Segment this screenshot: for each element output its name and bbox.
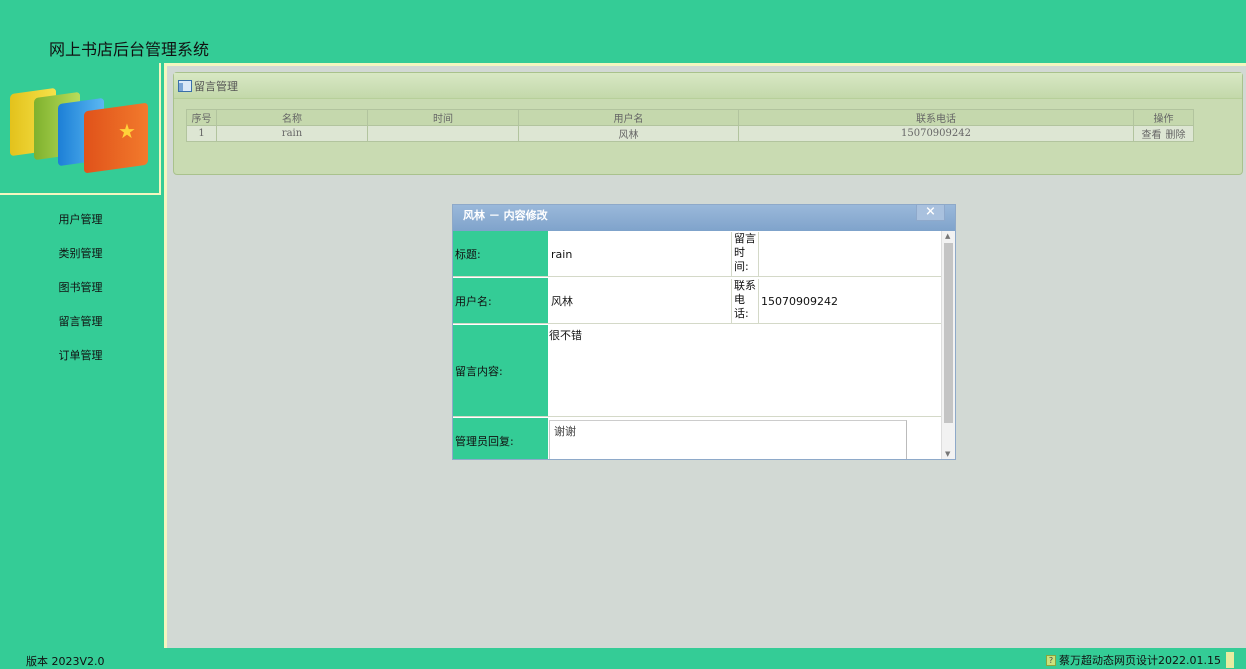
column-header: 序号: [186, 109, 217, 126]
star-icon: ★: [118, 119, 136, 143]
messages-table: 序号 名称 时间 用户名 联系电话 操作 1 rain 风林 150709092…: [186, 109, 1194, 142]
sidebar-item-categories[interactable]: 类别管理: [0, 237, 161, 271]
dialog-form: 标题: rain 留言时间: 用户名: 风林 联系电话: 15070909242…: [453, 231, 943, 459]
panel-header: 留言管理: [174, 73, 1242, 99]
version-text: 版本 2023V2.0: [26, 655, 105, 668]
title-value[interactable]: rain: [549, 231, 731, 277]
book-orange-icon: [84, 102, 148, 174]
app-title: 网上书店后台管理系统: [49, 40, 210, 59]
title-label: 标题:: [453, 231, 548, 276]
phone-value[interactable]: 15070909242: [759, 278, 943, 324]
cell-phone: 15070909242: [738, 125, 1134, 142]
sidebar-item-messages[interactable]: 留言管理: [0, 305, 161, 339]
scroll-up-icon[interactable]: ▲: [945, 232, 950, 240]
content-value[interactable]: 很不错: [549, 327, 582, 343]
credit-text: 蔡万超动态网页设计2022.01.15: [1059, 654, 1221, 667]
column-header: 操作: [1133, 109, 1194, 126]
cell-time: [367, 125, 519, 142]
cell-user: 风林: [518, 125, 739, 142]
time-label: 留言时间:: [731, 232, 759, 276]
sidebar-nav: 用户管理 类别管理 图书管理 留言管理 订单管理: [0, 203, 161, 373]
column-header: 联系电话: [738, 109, 1134, 126]
edit-message-dialog: 风林 － 内容修改 × 标题: rain 留言时间: 用户名: 风林 联系电话:…: [452, 204, 956, 460]
status-box: [1226, 652, 1234, 668]
user-label: 用户名:: [453, 278, 548, 323]
delete-link[interactable]: 删除: [1166, 130, 1186, 141]
form-row-content: 留言内容: 很不错: [453, 325, 943, 417]
cell-actions: 查看 删除: [1133, 125, 1194, 142]
window-icon: [178, 79, 192, 92]
form-row-title: 标题: rain 留言时间:: [453, 231, 943, 277]
close-button[interactable]: ×: [916, 205, 945, 221]
view-link[interactable]: 查看: [1142, 130, 1162, 141]
credit-text-container: ? 蔡万超动态网页设计2022.01.15: [1046, 652, 1234, 668]
column-header: 名称: [216, 109, 368, 126]
dialog-scrollbar[interactable]: ▲ ▼: [941, 231, 955, 459]
user-value[interactable]: 风林: [549, 278, 731, 324]
content-label: 留言内容:: [453, 325, 548, 416]
cell-no: 1: [186, 125, 217, 142]
sidebar-item-books[interactable]: 图书管理: [0, 271, 161, 305]
cell-name: rain: [216, 125, 368, 142]
sidebar: ★ 用户管理 类别管理 图书管理 留言管理 订单管理: [0, 63, 161, 648]
column-header: 用户名: [518, 109, 739, 126]
reply-label: 管理员回复:: [453, 418, 548, 459]
reply-textarea[interactable]: 谢谢: [549, 420, 907, 459]
sidebar-item-orders[interactable]: 订单管理: [0, 339, 161, 373]
column-header: 时间: [367, 109, 519, 126]
messages-panel: 留言管理 序号 名称 时间 用户名 联系电话 操作 1 rain 风林 1507…: [173, 72, 1243, 175]
sidebar-item-users[interactable]: 用户管理: [0, 203, 161, 237]
scroll-down-icon[interactable]: ▼: [945, 450, 950, 458]
help-icon: ?: [1046, 654, 1057, 666]
dialog-title-bar: 风林 － 内容修改 ×: [453, 205, 955, 231]
scrollbar-thumb[interactable]: [944, 243, 953, 423]
dialog-title: 风林 － 内容修改: [463, 209, 548, 222]
logo: ★: [0, 63, 161, 195]
phone-label: 联系电话:: [731, 279, 759, 323]
table-row[interactable]: 1 rain 风林 15070909242 查看 删除: [186, 125, 1194, 142]
time-value[interactable]: [759, 231, 943, 277]
form-row-user: 用户名: 风林 联系电话: 15070909242: [453, 278, 943, 324]
panel-title: 留言管理: [194, 79, 238, 93]
form-row-reply: 管理员回复: 谢谢: [453, 418, 943, 459]
